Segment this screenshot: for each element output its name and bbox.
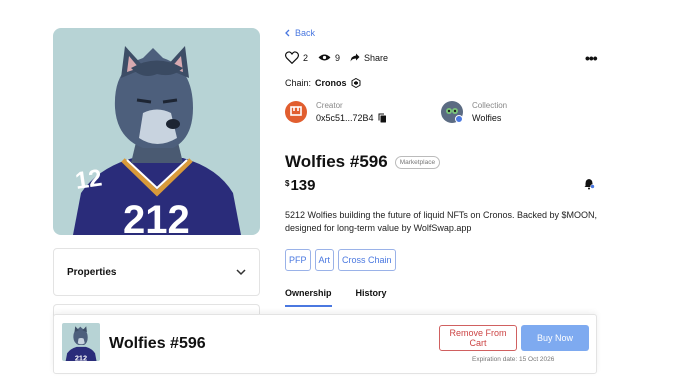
eye-icon <box>318 54 331 61</box>
collection-block[interactable]: Collection Wolfies <box>441 101 507 123</box>
remove-from-cart-button[interactable]: Remove From Cart <box>439 325 517 351</box>
back-link[interactable]: Back <box>285 28 315 38</box>
tab-bar: Ownership History <box>285 288 387 307</box>
svg-text:212: 212 <box>123 198 190 235</box>
chevron-down-icon <box>236 269 246 276</box>
tag-art[interactable]: Art <box>314 249 335 271</box>
item-description: 5212 Wolfies building the future of liqu… <box>285 210 597 233</box>
cronos-icon <box>351 78 361 88</box>
price: $139 <box>285 177 315 194</box>
item-thumbnail: 212 <box>62 323 100 361</box>
tag-pfp[interactable]: PFP <box>285 249 311 271</box>
svg-text:12: 12 <box>74 165 104 195</box>
creator-address: 0x5c51...72B4 <box>316 113 374 123</box>
creator-caption: Creator <box>316 101 343 110</box>
like-count: 2 <box>303 52 309 63</box>
tab-ownership[interactable]: Ownership <box>285 288 332 307</box>
nft-image: 212 12 <box>53 28 260 235</box>
marketplace-badge: Marketplace <box>394 155 441 169</box>
properties-accordion[interactable]: Properties <box>53 248 260 296</box>
tag-cross-chain[interactable]: Cross Chain <box>338 249 396 271</box>
price-value: 139 <box>290 177 316 194</box>
chain-label: Chain: <box>285 78 312 88</box>
creator-avatar <box>285 101 307 123</box>
cart-item-title: Wolfies #596 <box>109 335 206 352</box>
like-button[interactable]: 2 <box>285 51 308 64</box>
tab-history[interactable]: History <box>356 288 387 307</box>
price-currency: $ <box>285 179 290 188</box>
copy-icon[interactable] <box>378 113 387 123</box>
item-title: Wolfies #596 <box>285 152 388 171</box>
back-label: Back <box>295 28 316 38</box>
cart-bar: 212 Wolfies #596 Remove From Cart Buy No… <box>53 314 597 374</box>
share-label: Share <box>364 52 389 63</box>
item-title-row: Wolfies #596 Marketplace <box>285 152 441 172</box>
more-icon[interactable]: ••• <box>585 50 598 66</box>
chain-info: Chain: Cronos <box>285 78 361 88</box>
creator-block[interactable]: Creator 0x5c51...72B4 <box>285 101 387 123</box>
chain-name: Cronos <box>315 78 347 88</box>
chevron-left-icon <box>285 29 290 37</box>
collection-avatar <box>441 101 463 123</box>
collection-caption: Collection <box>472 101 508 110</box>
views: 9 <box>318 53 340 63</box>
collection-name: Wolfies <box>472 113 502 123</box>
expiration-date: Expiration date: 15 Oct 2026 <box>472 356 555 363</box>
tag-list: PFP Art Cross Chain <box>285 249 396 271</box>
bell-icon[interactable] <box>583 177 595 195</box>
share-button[interactable]: Share <box>350 53 388 63</box>
stats-row: 2 9 Share <box>285 51 398 64</box>
view-count: 9 <box>335 52 341 63</box>
svg-text:212: 212 <box>75 354 87 361</box>
share-icon <box>350 53 360 62</box>
properties-label: Properties <box>67 267 117 278</box>
heart-icon <box>285 51 299 64</box>
buy-now-button[interactable]: Buy Now <box>521 325 589 351</box>
